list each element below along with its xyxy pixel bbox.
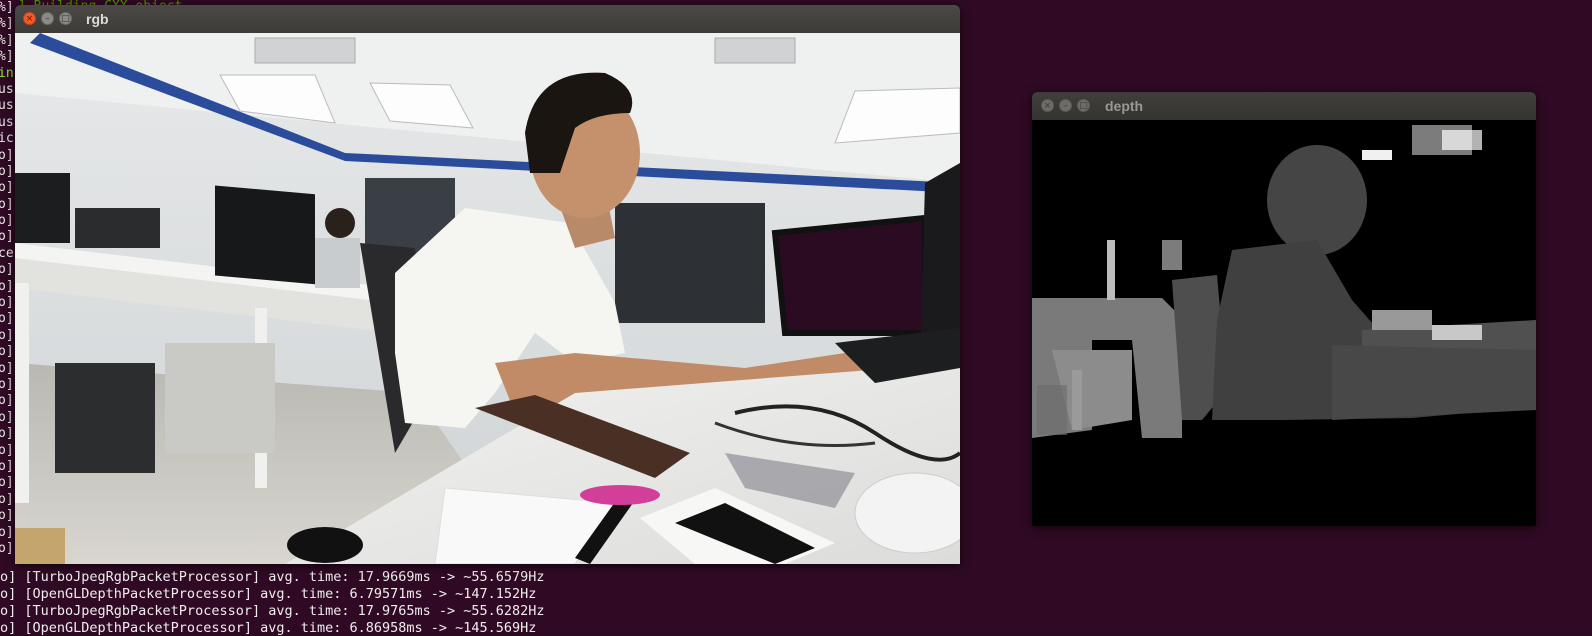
- rgb-camera-view: [15, 33, 960, 564]
- terminal-log-line: o] [TurboJpegRgbPacketProcessor] avg. ti…: [0, 569, 545, 585]
- rgb-window-title: rgb: [86, 11, 109, 27]
- close-icon[interactable]: ×: [1041, 99, 1054, 112]
- terminal-log-line: o] [OpenGLDepthPacketProcessor] avg. tim…: [0, 586, 537, 602]
- terminal-log-line: o] [TurboJpegRgbPacketProcessor] avg. ti…: [0, 603, 545, 619]
- close-icon[interactable]: ×: [23, 12, 36, 25]
- depth-camera-image: [1032, 120, 1536, 526]
- rgb-titlebar[interactable]: × – □ rgb: [15, 5, 960, 33]
- minimize-icon[interactable]: –: [41, 12, 54, 25]
- maximize-icon[interactable]: □: [1077, 99, 1090, 112]
- depth-window-title: depth: [1105, 98, 1144, 114]
- rgb-window[interactable]: × – □ rgb: [15, 5, 960, 564]
- depth-window[interactable]: × – □ depth: [1032, 92, 1536, 526]
- maximize-icon[interactable]: □: [59, 12, 72, 25]
- depth-titlebar[interactable]: × – □ depth: [1032, 92, 1536, 120]
- rgb-camera-image: [15, 33, 960, 564]
- minimize-icon[interactable]: –: [1059, 99, 1072, 112]
- depth-camera-view: [1032, 120, 1536, 526]
